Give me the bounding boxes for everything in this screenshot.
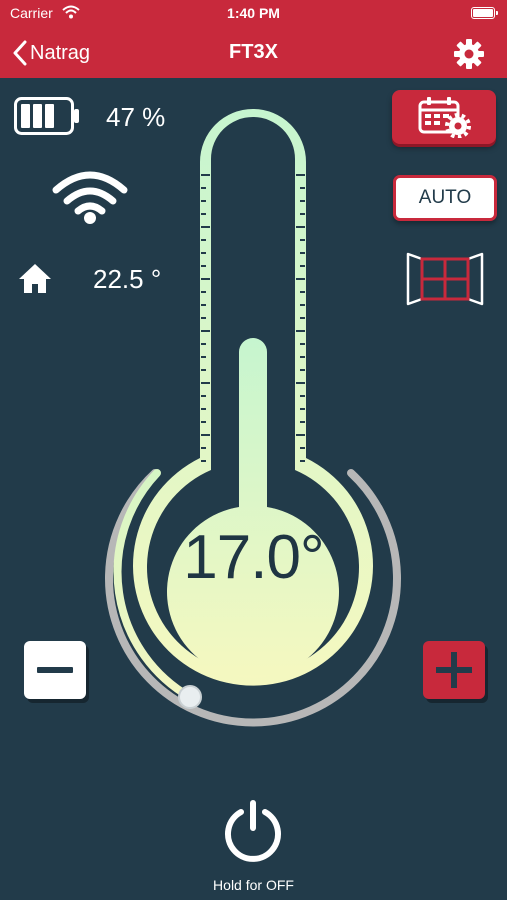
status-time: 1:40 PM: [227, 5, 280, 21]
setpoint-temperature: 17.0°: [183, 523, 324, 592]
room-temperature: 22.5 °: [93, 264, 162, 294]
gear-icon[interactable]: [453, 38, 485, 70]
status-bar: Carrier 1:40 PM: [0, 0, 507, 28]
calendar-gear-icon: [418, 97, 471, 138]
power-hint-label: Hold for OFF: [213, 877, 294, 893]
schedule-button[interactable]: [392, 90, 496, 144]
decrease-temperature-button[interactable]: [24, 641, 86, 699]
nav-bar: Natrag FT3X: [0, 28, 507, 78]
home-icon: [19, 264, 51, 293]
wifi-icon: [52, 171, 128, 224]
minus-icon: [37, 667, 73, 673]
page-title: FT3X: [229, 41, 278, 63]
battery-percentage: 47 %: [106, 102, 166, 132]
status-battery-icon: [471, 7, 498, 19]
increase-temperature-button[interactable]: [423, 641, 485, 699]
battery-icon: [14, 97, 79, 135]
window-icon[interactable]: [405, 252, 485, 306]
power-button[interactable]: [221, 798, 285, 862]
mode-auto-button[interactable]: AUTO: [393, 175, 497, 221]
